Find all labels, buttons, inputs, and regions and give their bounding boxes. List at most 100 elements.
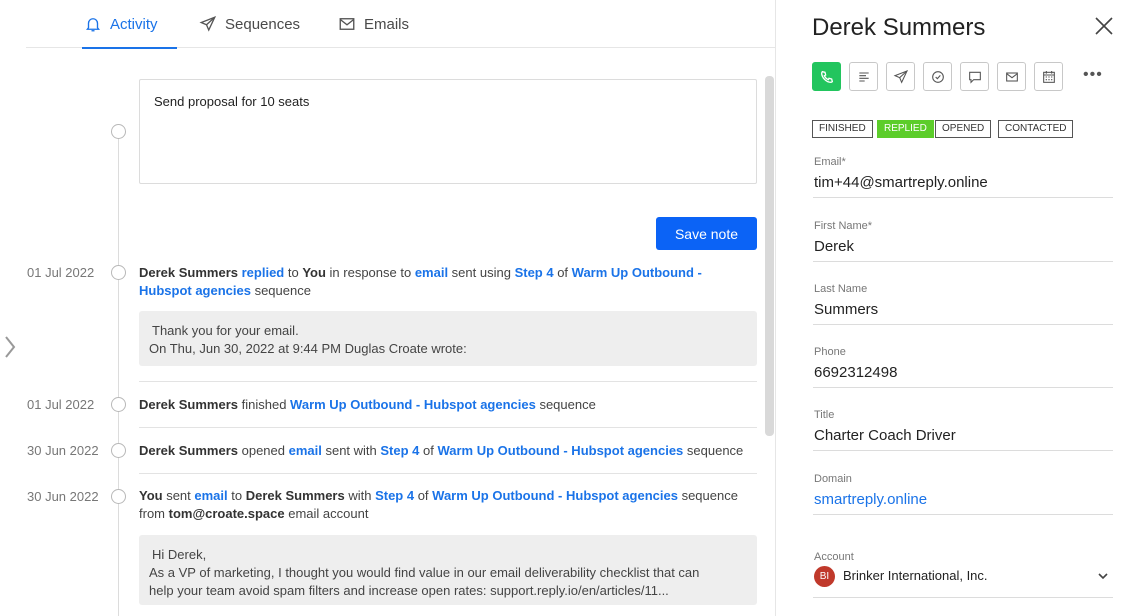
field-label-text: First Name: [814, 220, 868, 232]
email-link[interactable]: email: [194, 488, 227, 503]
activity-item: You sent email to Derek Summers with Ste…: [139, 487, 759, 523]
status-badge: CONTACTED: [998, 120, 1074, 138]
field-value: 6692312498: [814, 364, 898, 381]
activity-item: Derek Summers finished Warm Up Outbound …: [139, 396, 759, 414]
timeline-dot: [111, 397, 126, 412]
tab-activity[interactable]: Activity: [82, 0, 176, 49]
field-label: Last Name: [814, 283, 868, 295]
activity-item: Derek Summers replied to You in response…: [139, 264, 759, 300]
replied-link[interactable]: replied: [238, 265, 285, 280]
activity-text: from: [139, 506, 169, 521]
meeting-button[interactable]: [1034, 62, 1063, 91]
tab-bar: Activity Sequences Emails: [26, 0, 776, 49]
sequence-link[interactable]: Warm Up Outbound -: [572, 265, 702, 280]
last-name-field[interactable]: Last Name Summers: [813, 283, 1113, 325]
step-link[interactable]: Step 4: [375, 488, 414, 503]
account-select[interactable]: Account BI Brinker International, Inc.: [813, 551, 1113, 598]
activity-text: sent using: [448, 265, 515, 280]
activity-text: finished: [238, 397, 291, 412]
scrollbar[interactable]: [765, 76, 774, 436]
contact-link[interactable]: Derek Summers: [139, 397, 238, 412]
push-to-sequence-button[interactable]: [886, 62, 915, 91]
sender-email: tom@croate.space: [168, 506, 285, 521]
field-label: Account: [814, 551, 854, 563]
contact-link[interactable]: Derek Summers: [246, 488, 345, 503]
check-circle-icon: [931, 70, 944, 83]
sequence-link[interactable]: Warm Up Outbound - Hubspot agencies: [437, 443, 683, 458]
status-badge: OPENED: [935, 120, 992, 138]
tab-emails[interactable]: Emails: [338, 0, 409, 48]
note-text: Send proposal for 10 seats: [154, 94, 310, 109]
more-actions-icon[interactable]: •••: [1083, 66, 1105, 86]
domain-link[interactable]: smartreply.online: [814, 491, 927, 508]
field-label: Domain: [814, 473, 852, 485]
activity-text: sent: [162, 488, 195, 503]
mail-icon: [339, 18, 355, 30]
quote-line: As a VP of marketing, I thought you woul…: [149, 565, 700, 580]
calendar-icon: [1042, 70, 1055, 83]
activity-text: to: [227, 488, 246, 503]
contact-panel: Derek Summers ••• FINISHED REPLIED OPENE…: [777, 0, 1125, 616]
tab-sequences-label: Sequences: [225, 15, 301, 33]
app-root: Activity Sequences Emails Send proposal …: [0, 0, 1125, 616]
activity-text: email account: [284, 506, 369, 521]
tab-activity-label: Activity: [110, 15, 158, 33]
sequence-link[interactable]: Warm Up Outbound - Hubspot agencies: [432, 488, 678, 503]
activity-text: sequence: [535, 397, 596, 412]
activity-text: of: [414, 488, 433, 503]
account-avatar: BI: [814, 566, 835, 587]
activity-text: to: [284, 265, 303, 280]
email-quote[interactable]: Thank you for your email. On Thu, Jun 30…: [139, 311, 757, 366]
chevron-down-icon[interactable]: [1097, 570, 1109, 582]
field-value: tim+44@smartreply.online: [814, 174, 988, 191]
activity-text: of: [553, 265, 572, 280]
activity-text: in response to: [325, 265, 415, 280]
activity-text: of: [419, 443, 438, 458]
timeline-dot: [111, 443, 126, 458]
title-field[interactable]: Title Charter Coach Driver: [813, 409, 1113, 451]
email-field[interactable]: Email* tim+44@smartreply.online: [813, 156, 1113, 198]
activity-text: with: [344, 488, 376, 503]
chevron-right-icon[interactable]: [2, 334, 18, 360]
task-button[interactable]: [923, 62, 952, 91]
save-note-button[interactable]: Save note: [656, 217, 757, 250]
email-quote[interactable]: Hi Derek, As a VP of marketing, I though…: [139, 535, 757, 605]
phone-field[interactable]: Phone 6692312498: [813, 346, 1113, 388]
tab-sequences[interactable]: Sequences: [199, 0, 300, 48]
field-value: Derek: [814, 238, 855, 255]
field-label: Phone: [814, 346, 846, 358]
contact-name: Derek Summers: [812, 14, 986, 41]
domain-field[interactable]: Domain smartreply.online: [813, 473, 1113, 515]
email-button[interactable]: [997, 62, 1026, 91]
divider: [139, 381, 757, 382]
close-icon[interactable]: [1095, 17, 1113, 35]
activity-text: sequence: [683, 443, 744, 458]
activity-date: 30 Jun 2022: [27, 443, 99, 458]
quote-line: help your team avoid spam filters and in…: [149, 583, 669, 598]
activity-pane: Activity Sequences Emails Send proposal …: [0, 0, 875, 616]
note-button[interactable]: [849, 62, 878, 91]
activity-text: sent with: [321, 443, 381, 458]
chat-icon: [968, 71, 981, 84]
message-button[interactable]: [960, 62, 989, 91]
quote-line: Thank you for your email.: [152, 323, 299, 338]
sequence-link[interactable]: Warm Up Outbound - Hubspot agencies: [290, 397, 536, 412]
contact-link[interactable]: Derek Summers: [139, 265, 238, 280]
timeline-dot: [111, 489, 126, 504]
activity-text: sequence: [677, 488, 738, 503]
step-link[interactable]: Step 4: [515, 265, 554, 280]
field-label-text: Email: [814, 156, 842, 168]
activity-date: 30 Jun 2022: [27, 489, 99, 504]
first-name-field[interactable]: First Name* Derek: [813, 220, 1113, 262]
phone-icon: [820, 70, 833, 83]
note-input[interactable]: Send proposal for 10 seats: [139, 79, 875, 243]
step-link[interactable]: Step 4: [380, 443, 419, 458]
email-link[interactable]: email: [415, 265, 448, 280]
sequence-link[interactable]: Hubspot agencies: [139, 283, 251, 298]
contact-link[interactable]: Derek Summers: [139, 443, 238, 458]
required-marker: *: [867, 220, 873, 232]
email-link[interactable]: email: [289, 443, 322, 458]
call-button[interactable]: [812, 62, 841, 91]
divider: [139, 427, 757, 428]
activity-text: sequence: [250, 283, 311, 298]
